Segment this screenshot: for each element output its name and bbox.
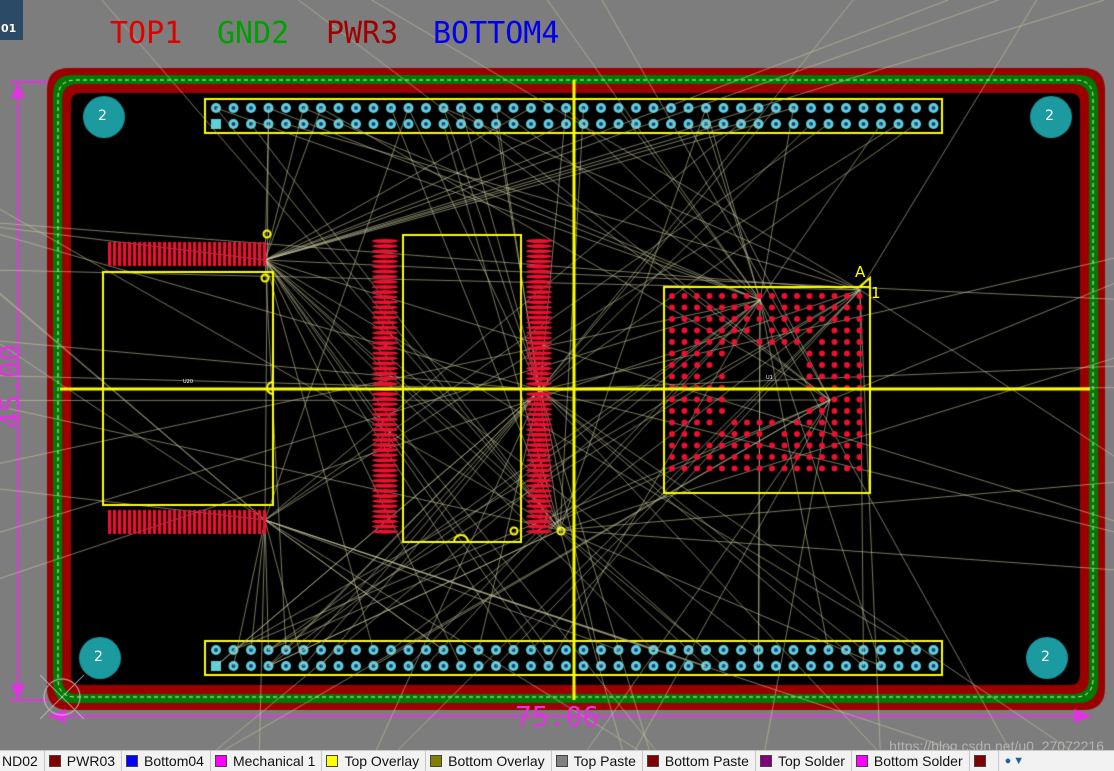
mount-hole-label: 2 bbox=[1041, 649, 1050, 665]
layer-tab-label: Top Solder bbox=[777, 753, 845, 769]
layer-tab-top-paste[interactable]: Top Paste bbox=[552, 751, 643, 771]
layer-tab-bottom-solder[interactable]: Bottom Solder bbox=[852, 751, 970, 771]
u1-pin-1-marker: 1 bbox=[871, 284, 881, 302]
layer-tab-pwr03[interactable]: PWR03 bbox=[45, 751, 123, 771]
pcb-canvas[interactable] bbox=[0, 0, 1114, 770]
title-gnd2: GND2 bbox=[217, 16, 290, 51]
layer-color-swatch bbox=[759, 755, 772, 767]
corner-tag: 01 bbox=[0, 0, 23, 40]
layer-tab-top-solder[interactable]: Top Solder bbox=[756, 751, 852, 771]
filter-icon[interactable]: ▼ bbox=[1013, 755, 1024, 767]
layer-tab-label: Bottom Solder bbox=[873, 753, 963, 769]
layer-tab-label: Bottom04 bbox=[144, 753, 204, 769]
layer-color-swatch bbox=[126, 755, 139, 767]
title-bottom4: BOTTOM4 bbox=[433, 16, 560, 51]
layer-set-icon[interactable]: ● bbox=[1005, 755, 1012, 767]
layer-tab-label: Top Overlay bbox=[344, 753, 420, 769]
layer-color-swatch bbox=[48, 755, 61, 767]
u1-designator: U1 bbox=[766, 375, 773, 381]
layer-bar-icons[interactable]: ● ▼ bbox=[999, 755, 1027, 767]
layer-tab-label: Top Paste bbox=[573, 753, 636, 769]
layer-color-swatch bbox=[646, 755, 659, 767]
layer-color-swatch bbox=[214, 755, 227, 767]
layer-tab-bottom04[interactable]: Bottom04 bbox=[122, 751, 211, 771]
layer-tab-nd02[interactable]: ND02 bbox=[0, 751, 45, 771]
layer-tab-label: Bottom Paste bbox=[664, 753, 749, 769]
layer-tab-top-overlay[interactable]: Top Overlay bbox=[322, 751, 427, 771]
dimension-horizontal: 75.06 bbox=[515, 700, 600, 733]
layer-color-swatch bbox=[555, 755, 568, 767]
layer-tab-bottom-overlay[interactable]: Bottom Overlay bbox=[426, 751, 552, 771]
layer-tab-label: Bottom Overlay bbox=[448, 753, 545, 769]
dimension-vertical: 45.00 bbox=[0, 344, 27, 429]
layer-color-swatch bbox=[326, 755, 339, 767]
layer-tab-more[interactable] bbox=[970, 751, 999, 771]
u20-designator: U20 bbox=[183, 379, 194, 385]
layer-tab-label: ND02 bbox=[2, 753, 38, 769]
title-pwr3: PWR3 bbox=[326, 16, 399, 51]
mount-hole-label: 2 bbox=[1045, 108, 1054, 124]
title-top1: TOP1 bbox=[110, 16, 183, 51]
layer-tab-bottom-paste[interactable]: Bottom Paste bbox=[643, 751, 756, 771]
layer-tab-bar: ND02 PWR03 Bottom04 Mechanical 1 Top Overlay… bbox=[0, 750, 1114, 771]
mount-hole-label: 2 bbox=[94, 649, 103, 665]
layer-color-swatch bbox=[430, 755, 443, 767]
u1-pin-a-marker: A bbox=[855, 263, 866, 281]
layer-tab-mechanical-1[interactable]: Mechanical 1 bbox=[211, 751, 323, 771]
layer-color-swatch bbox=[855, 755, 868, 767]
layer-color-swatch bbox=[973, 755, 986, 767]
layer-tab-label: Mechanical 1 bbox=[232, 753, 316, 769]
layer-tab-label: PWR03 bbox=[66, 753, 116, 769]
mount-hole-label: 2 bbox=[98, 108, 107, 124]
